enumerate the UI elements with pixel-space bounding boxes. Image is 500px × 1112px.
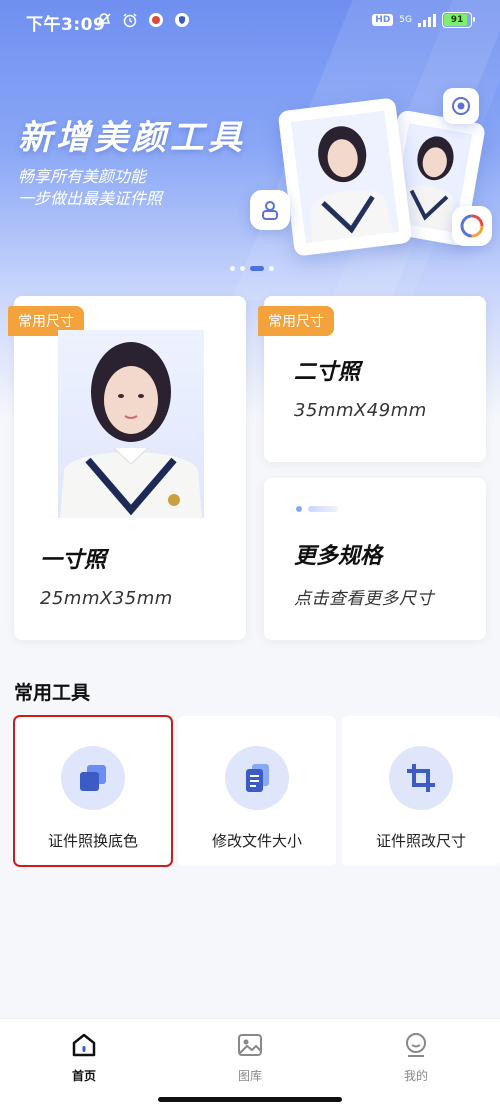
nav-label: 我的 — [403, 1069, 428, 1083]
tool-label: 修改文件大小 — [211, 832, 302, 850]
tool-label: 证件照换底色 — [47, 832, 138, 850]
nav-gallery[interactable]: 图库 — [210, 1031, 290, 1084]
card-decoration — [296, 506, 338, 512]
layers-icon — [61, 746, 125, 810]
card-subtitle: 点击查看更多尺寸 — [294, 589, 434, 609]
change-size-tool[interactable]: 证件照改尺寸 — [342, 716, 500, 866]
banner-title: 新增美颜工具 — [18, 118, 246, 158]
mute-icon — [96, 12, 112, 28]
banner-photo-front — [277, 97, 413, 257]
status-time: 下午3:09 — [26, 15, 106, 35]
gallery-icon — [236, 1034, 264, 1063]
card-title: 二寸照 — [294, 360, 361, 385]
section-title-tools: 常用工具 — [14, 682, 91, 704]
portrait-image — [58, 330, 204, 518]
card-size: 25mmX35mm — [40, 588, 173, 609]
shield-icon — [174, 12, 190, 28]
nav-label: 图库 — [237, 1069, 262, 1083]
crop-icon — [389, 746, 453, 810]
banner-pagination — [230, 266, 274, 271]
camera-icon — [443, 88, 479, 124]
nav-profile[interactable]: 我的 — [376, 1031, 456, 1084]
color-wheel-icon — [452, 206, 492, 246]
document-icon — [225, 746, 289, 810]
promo-banner[interactable]: 新增美颜工具 畅享所有美颜功能 一步做出最美证件照 — [0, 44, 500, 280]
two-inch-photo-card[interactable]: 常用尺寸 二寸照 35mmX49mm — [258, 296, 486, 462]
card-title: 更多规格 — [294, 544, 383, 569]
network-label: 5G — [399, 14, 412, 25]
battery-level: 91 — [450, 15, 464, 25]
one-inch-photo-card[interactable]: 常用尺寸 一寸照 25mmX35mm — [8, 296, 246, 640]
nav-label: 首页 — [71, 1069, 96, 1083]
more-sizes-card[interactable]: 更多规格 点击查看更多尺寸 — [264, 478, 486, 640]
status-bar: 下午3:09 HD 5G 91 — [0, 0, 500, 42]
card-size: 35mmX49mm — [294, 400, 427, 421]
beauty-icon — [250, 190, 290, 230]
home-icon — [70, 1033, 98, 1063]
hd-badge: HD — [372, 14, 394, 26]
nav-home[interactable]: 首页 — [44, 1031, 124, 1084]
banner-subtitle: 畅享所有美颜功能 一步做出最美证件照 — [18, 166, 162, 210]
alarm-icon — [122, 12, 138, 28]
tool-label: 证件照改尺寸 — [375, 832, 466, 850]
resize-file-tool[interactable]: 修改文件大小 — [178, 716, 336, 866]
profile-icon — [402, 1033, 430, 1063]
change-background-tool[interactable]: 证件照换底色 — [13, 715, 173, 867]
card-title: 一寸照 — [40, 548, 107, 573]
signal-icon — [418, 13, 436, 27]
common-size-tag: 常用尺寸 — [258, 306, 334, 336]
banner-subtitle-line1: 畅享所有美颜功能 — [18, 167, 147, 186]
home-indicator[interactable] — [158, 1097, 342, 1102]
app-notification-icon — [148, 12, 164, 28]
battery-icon: 91 — [442, 12, 475, 28]
banner-subtitle-line2: 一步做出最美证件照 — [18, 189, 163, 208]
